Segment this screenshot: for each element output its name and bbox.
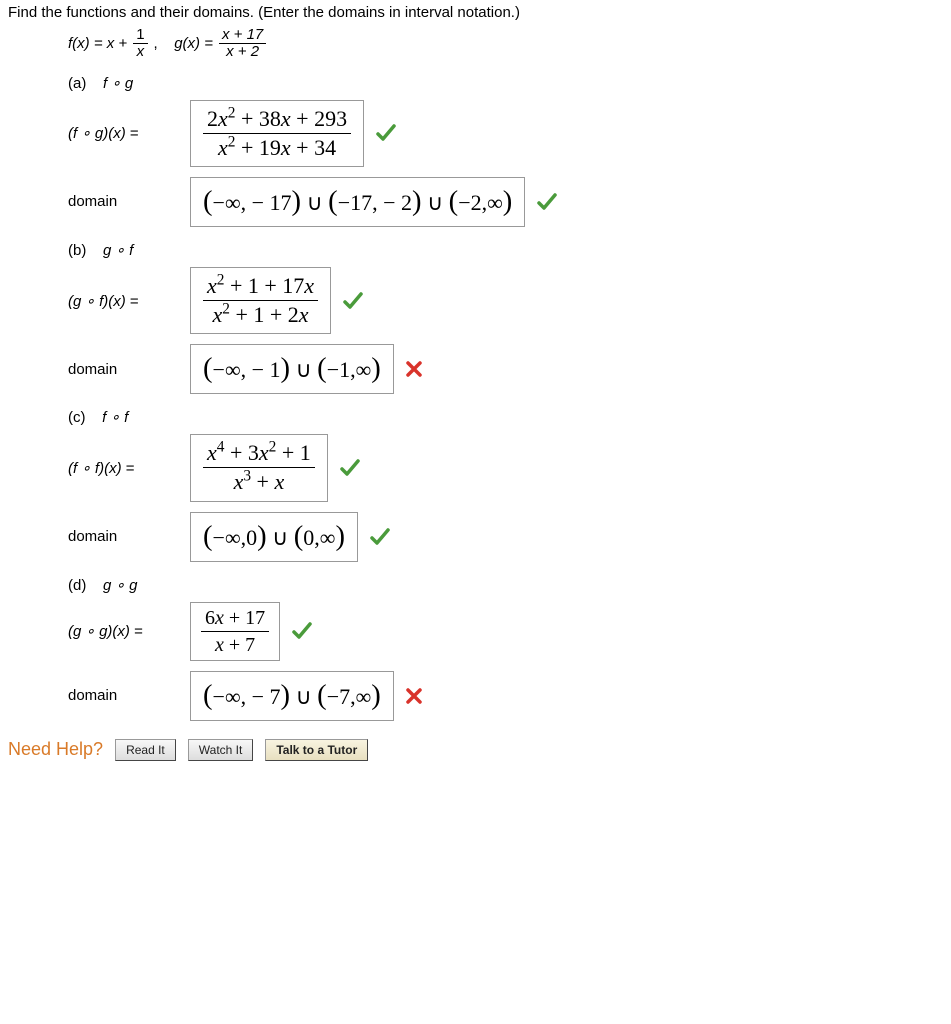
talk-to-tutor-button[interactable]: Talk to a Tutor: [265, 739, 368, 761]
part-d-answer-input[interactable]: 6x + 17 x + 7: [190, 602, 280, 661]
part-d-answer-fraction: 6x + 17 x + 7: [201, 607, 269, 656]
check-icon: [292, 621, 312, 641]
check-icon: [370, 527, 390, 547]
part-a-domain-value: (−∞, − 17) ∪ (−17, − 2) ∪ (−2,∞): [203, 186, 512, 218]
check-icon: [376, 123, 396, 143]
function-definitions: f(x) = x + 1 x , g(x) = x + 17 x + 2: [68, 27, 943, 60]
part-d-domain-input[interactable]: (−∞, − 7) ∪ (−7,∞): [190, 671, 394, 721]
part-c-answer-input[interactable]: x4 + 3x2 + 1 x3 + x: [190, 434, 328, 501]
watch-it-button[interactable]: Watch It: [188, 739, 254, 761]
need-help-label: Need Help?: [8, 739, 103, 760]
part-a-domain-input[interactable]: (−∞, − 17) ∪ (−17, − 2) ∪ (−2,∞): [190, 177, 525, 227]
part-d-domain-value: (−∞, − 7) ∪ (−7,∞): [203, 680, 381, 712]
check-icon: [343, 291, 363, 311]
part-c-domain-value: (−∞,0) ∪ (0,∞): [203, 521, 345, 553]
part-c-label: (c) f ∘ f: [68, 408, 943, 426]
part-c-expr-label: (f ∘ f)(x) =: [68, 459, 178, 477]
part-b-domain-label: domain: [68, 361, 178, 378]
g-definition-label: g(x) =: [174, 35, 213, 52]
part-b-domain-value: (−∞, − 1) ∪ (−1,∞): [203, 353, 381, 385]
read-it-button[interactable]: Read It: [115, 739, 176, 761]
part-b-answer-input[interactable]: x2 + 1 + 17x x2 + 1 + 2x: [190, 267, 331, 334]
part-d-expr-label: (g ∘ g)(x) =: [68, 622, 178, 640]
check-icon: [537, 192, 557, 212]
f-definition-label: f(x) = x +: [68, 35, 127, 52]
part-a-answer-fraction: 2x2 + 38x + 293 x2 + 19x + 34: [203, 107, 351, 160]
part-c-answer-fraction: x4 + 3x2 + 1 x3 + x: [203, 441, 315, 494]
part-d-label: (d) g ∘ g: [68, 576, 943, 594]
part-c-domain-label: domain: [68, 528, 178, 545]
part-a-label: (a) f ∘ g: [68, 74, 943, 92]
part-a-expr-label: (f ∘ g)(x) =: [68, 124, 178, 142]
x-icon: [406, 361, 422, 377]
g-fraction: x + 17 x + 2: [219, 27, 266, 60]
f-fraction: 1 x: [133, 27, 147, 60]
part-d-domain-label: domain: [68, 687, 178, 704]
part-b-domain-input[interactable]: (−∞, − 1) ∪ (−1,∞): [190, 344, 394, 394]
part-b-label: (b) g ∘ f: [68, 241, 943, 259]
check-icon: [340, 458, 360, 478]
part-a-domain-label: domain: [68, 193, 178, 210]
part-a-answer-input[interactable]: 2x2 + 38x + 293 x2 + 19x + 34: [190, 100, 364, 167]
part-b-answer-fraction: x2 + 1 + 17x x2 + 1 + 2x: [203, 274, 318, 327]
x-icon: [406, 688, 422, 704]
part-c-domain-input[interactable]: (−∞,0) ∪ (0,∞): [190, 512, 358, 562]
question-prompt: Find the functions and their domains. (E…: [8, 4, 943, 21]
part-b-expr-label: (g ∘ f)(x) =: [68, 292, 178, 310]
